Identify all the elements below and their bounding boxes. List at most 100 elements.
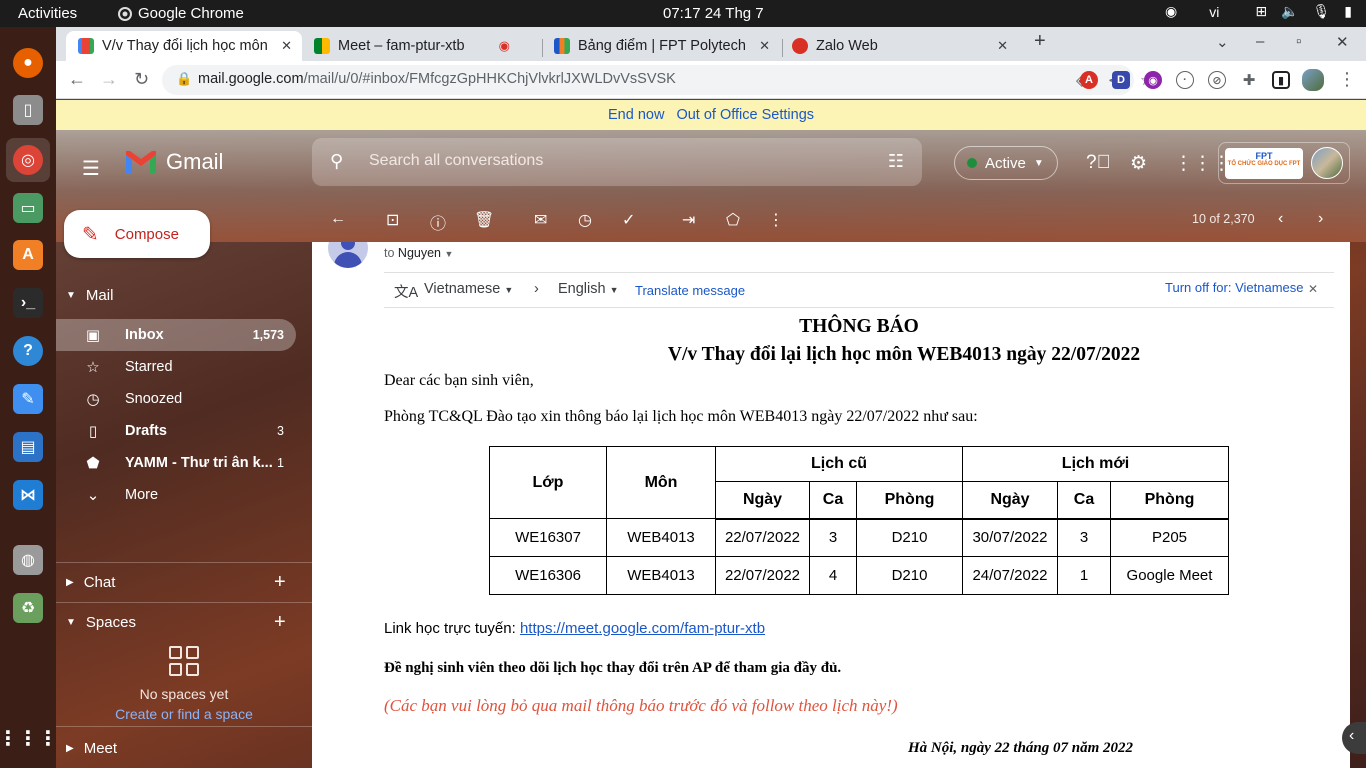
translate-message-link[interactable]: Translate message <box>635 283 745 298</box>
help-icon[interactable]: ?⃝ <box>1086 152 1111 174</box>
compass-extension-icon[interactable]: ⊘ <box>1208 71 1226 89</box>
move-to-icon[interactable]: ⇥ <box>682 210 695 230</box>
label-as-icon[interactable]: ⬠ <box>726 210 740 230</box>
app-menu[interactable]: Google Chrome <box>118 5 244 22</box>
new-tab-button[interactable]: + <box>1034 30 1046 53</box>
sidebar-item-starred[interactable]: ☆ Starred <box>56 351 296 383</box>
color-picker-icon[interactable]: ◉ <box>1144 71 1162 89</box>
language-indicator[interactable]: vi <box>1209 4 1219 20</box>
sidebar-item-snoozed[interactable]: ◷ Snoozed <box>56 383 296 415</box>
delete-icon[interactable]: 🗑 <box>474 210 494 230</box>
discord-icon[interactable]: ◉ <box>1165 3 1177 20</box>
target-language-select[interactable]: English ▼ <box>558 281 619 297</box>
adblock-icon[interactable]: A <box>1080 71 1098 89</box>
snooze-icon[interactable]: ◷ <box>578 210 592 230</box>
lock-icon[interactable]: 🔒 <box>176 71 192 87</box>
gmail-logo[interactable]: Gmail <box>124 149 223 175</box>
create-space-link[interactable]: Create or find a space <box>56 706 312 722</box>
maximize-button[interactable]: ▫ <box>1296 33 1301 50</box>
extensions-puzzle-icon[interactable]: ✚ <box>1240 71 1258 89</box>
side-panel-icon[interactable]: ▮ <box>1272 71 1290 89</box>
mic-icon[interactable]: 🎙 <box>1313 3 1331 20</box>
forward-button[interactable]: → <box>100 69 118 90</box>
turn-off-translate-link[interactable]: Turn off for: Vietnamese <box>1165 280 1304 295</box>
activities-button[interactable]: Activities <box>18 5 77 22</box>
close-tab-icon[interactable]: ✕ <box>997 38 1008 54</box>
network-icon[interactable]: ⊞ <box>1255 3 1267 20</box>
text-editor-icon[interactable]: ✎ <box>13 384 43 414</box>
meet-link[interactable]: https://meet.google.com/fam-ptur-xtb <box>520 620 765 637</box>
minimize-button[interactable]: – <box>1256 33 1264 50</box>
newer-icon[interactable]: ‹ <box>1278 210 1283 228</box>
account-box[interactable]: FPT TỔ CHỨC GIÁO DỤC FPT <box>1218 142 1350 184</box>
search-options-icon[interactable]: ☷ <box>888 151 904 172</box>
disk-icon[interactable]: ◍ <box>13 545 43 575</box>
recipient-line[interactable]: to Nguyen ▼ <box>384 246 453 260</box>
sidebar-item-drafts[interactable]: ▯ Drafts 3 <box>56 415 296 447</box>
archive-icon[interactable]: ⊡ <box>386 210 399 230</box>
chrome-menu-icon[interactable]: ⋮ <box>1338 69 1356 90</box>
close-tab-icon[interactable]: ✕ <box>281 38 292 54</box>
expand-side-panel-icon[interactable]: ‹ <box>1342 722 1366 754</box>
profile-avatar[interactable] <box>1302 69 1324 91</box>
clock[interactable]: 07:17 24 Thg 7 <box>663 5 764 22</box>
address-bar[interactable]: 🔒 mail.google.com/mail/u/0/#inbox/FMfcgz… <box>162 65 1153 95</box>
libreoffice-writer-icon[interactable]: ▤ <box>13 432 43 462</box>
tab-zalo[interactable]: Zalo Web ✕ <box>780 31 1018 61</box>
meet-section-toggle[interactable]: ▶ Meet <box>66 740 117 757</box>
firefox-icon[interactable]: ● <box>13 48 43 78</box>
sidebar-item-inbox[interactable]: ▣ Inbox 1,573 <box>56 319 296 351</box>
mail-section-toggle[interactable]: ▼ Mail <box>66 287 113 304</box>
search-icon[interactable]: ⚲ <box>330 151 343 172</box>
schedule-table: Lớp Môn Lịch cũ Lịch mới Ngày Ca Phòng N… <box>489 446 1229 595</box>
main-menu-icon[interactable]: ☰ <box>82 156 100 181</box>
battery-icon[interactable]: ▮ <box>1344 3 1352 20</box>
sidebar-item-more[interactable]: ⌄ More <box>56 479 296 511</box>
ooo-settings-link[interactable]: Out of Office Settings <box>676 107 814 123</box>
files-archive-icon[interactable]: ▯ <box>13 95 43 125</box>
trash-icon[interactable]: ♻ <box>13 593 43 623</box>
sender-avatar[interactable] <box>328 242 368 268</box>
dict-extension-icon[interactable]: D <box>1112 71 1130 89</box>
chat-section-toggle[interactable]: ▶ Chat <box>66 574 115 591</box>
new-space-icon[interactable]: + <box>274 611 286 634</box>
vscode-icon[interactable]: ⋈ <box>13 480 43 510</box>
report-spam-icon[interactable]: ⓘ <box>430 210 446 234</box>
close-window-button[interactable]: ✕ <box>1336 33 1349 51</box>
volume-icon[interactable]: 🔈 <box>1281 3 1298 20</box>
tab-fpt[interactable]: Bảng điểm | FPT Polytech ✕ <box>542 31 780 61</box>
system-tray[interactable]: ◉ vi ⊞ 🔈 🎙 ▮ <box>1165 3 1352 20</box>
tab-search-icon[interactable]: ⌄ <box>1216 33 1229 51</box>
url-host: mail.google.com <box>198 71 304 87</box>
reload-button[interactable]: ↻ <box>134 69 149 90</box>
close-tab-icon[interactable]: ✕ <box>759 38 770 54</box>
account-avatar[interactable] <box>1311 147 1343 179</box>
tab-gmail[interactable]: V/v Thay đổi lịch học môn ✕ <box>66 31 302 61</box>
help-icon[interactable]: ? <box>13 336 43 366</box>
add-task-icon[interactable]: ✓ <box>622 210 635 230</box>
mark-unread-icon[interactable]: ✉ <box>534 210 547 230</box>
search-bar[interactable]: ⚲ Search all conversations ☷ <box>312 138 922 186</box>
older-icon[interactable]: › <box>1318 210 1323 228</box>
sidebar-item-yamm[interactable]: ⬟ YAMM - Thư tri ân k... 1 <box>56 447 296 479</box>
show-apps-icon[interactable]: ⋮⋮⋮ <box>0 723 58 753</box>
search-input[interactable]: Search all conversations <box>369 152 543 170</box>
source-language-select[interactable]: Vietnamese ▼ <box>424 281 513 297</box>
spaces-section-toggle[interactable]: ▼ Spaces <box>66 614 136 631</box>
back-button[interactable]: ← <box>68 69 86 90</box>
tab-meet[interactable]: Meet – fam-ptur-xtb ◉ <box>302 31 540 61</box>
terminal-icon[interactable]: ›_ <box>13 288 43 318</box>
files-icon[interactable]: ▭ <box>13 193 43 223</box>
status-dropdown[interactable]: Active ▼ <box>954 146 1058 180</box>
chrome-dock-icon[interactable]: ◎ <box>13 145 43 175</box>
new-chat-icon[interactable]: + <box>274 571 286 594</box>
back-to-inbox-icon[interactable]: ← <box>330 210 346 228</box>
devtools-extension-icon[interactable]: · <box>1176 71 1194 89</box>
end-now-link[interactable]: End now <box>608 107 664 123</box>
url-text[interactable]: mail.google.com/mail/u/0/#inbox/FMfcgzGp… <box>198 71 676 87</box>
settings-gear-icon[interactable]: ⚙ <box>1130 152 1147 175</box>
close-icon[interactable]: ✕ <box>1308 282 1318 296</box>
compose-button[interactable]: ✎ Compose <box>64 210 210 258</box>
software-center-icon[interactable]: A <box>13 240 43 270</box>
more-options-icon[interactable]: ⋮ <box>768 210 784 230</box>
